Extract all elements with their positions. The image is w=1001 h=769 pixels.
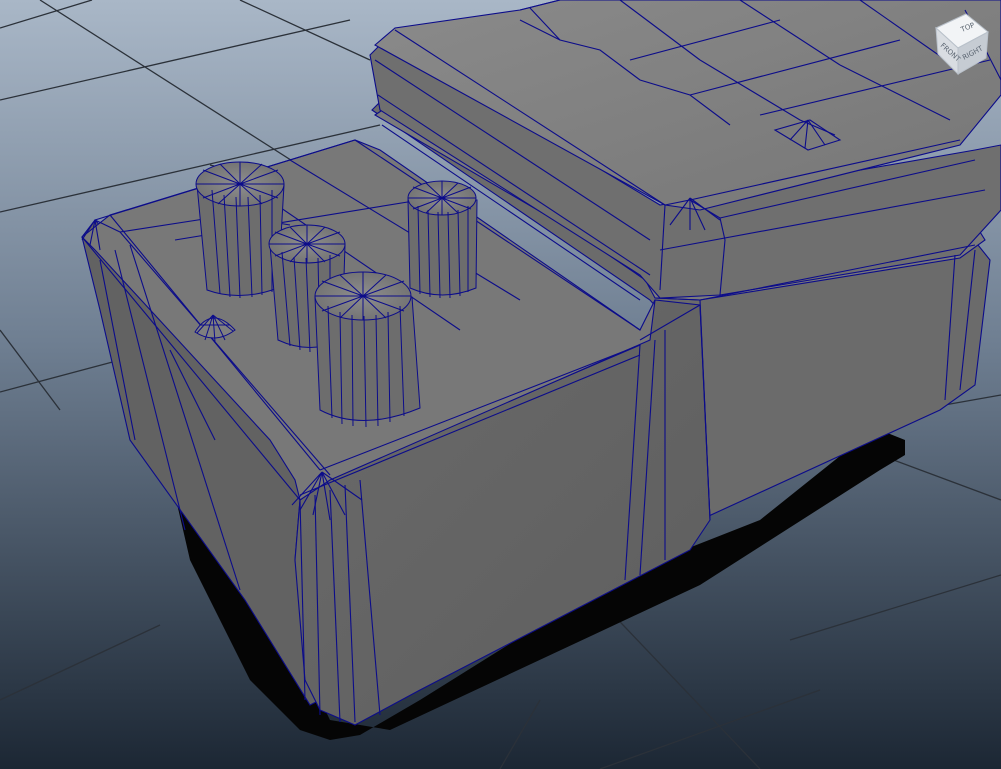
knob-1[interactable] — [195, 161, 285, 299]
view-cube-icon[interactable]: TOP FRONT RIGHT — [926, 8, 996, 78]
maya-perspective-viewport[interactable]: TOP FRONT RIGHT — [0, 0, 1001, 769]
viewport-scene[interactable] — [0, 0, 1001, 769]
view-cube[interactable]: TOP FRONT RIGHT — [926, 8, 996, 78]
knob-2[interactable] — [407, 180, 478, 299]
knob-4[interactable] — [314, 271, 421, 428]
